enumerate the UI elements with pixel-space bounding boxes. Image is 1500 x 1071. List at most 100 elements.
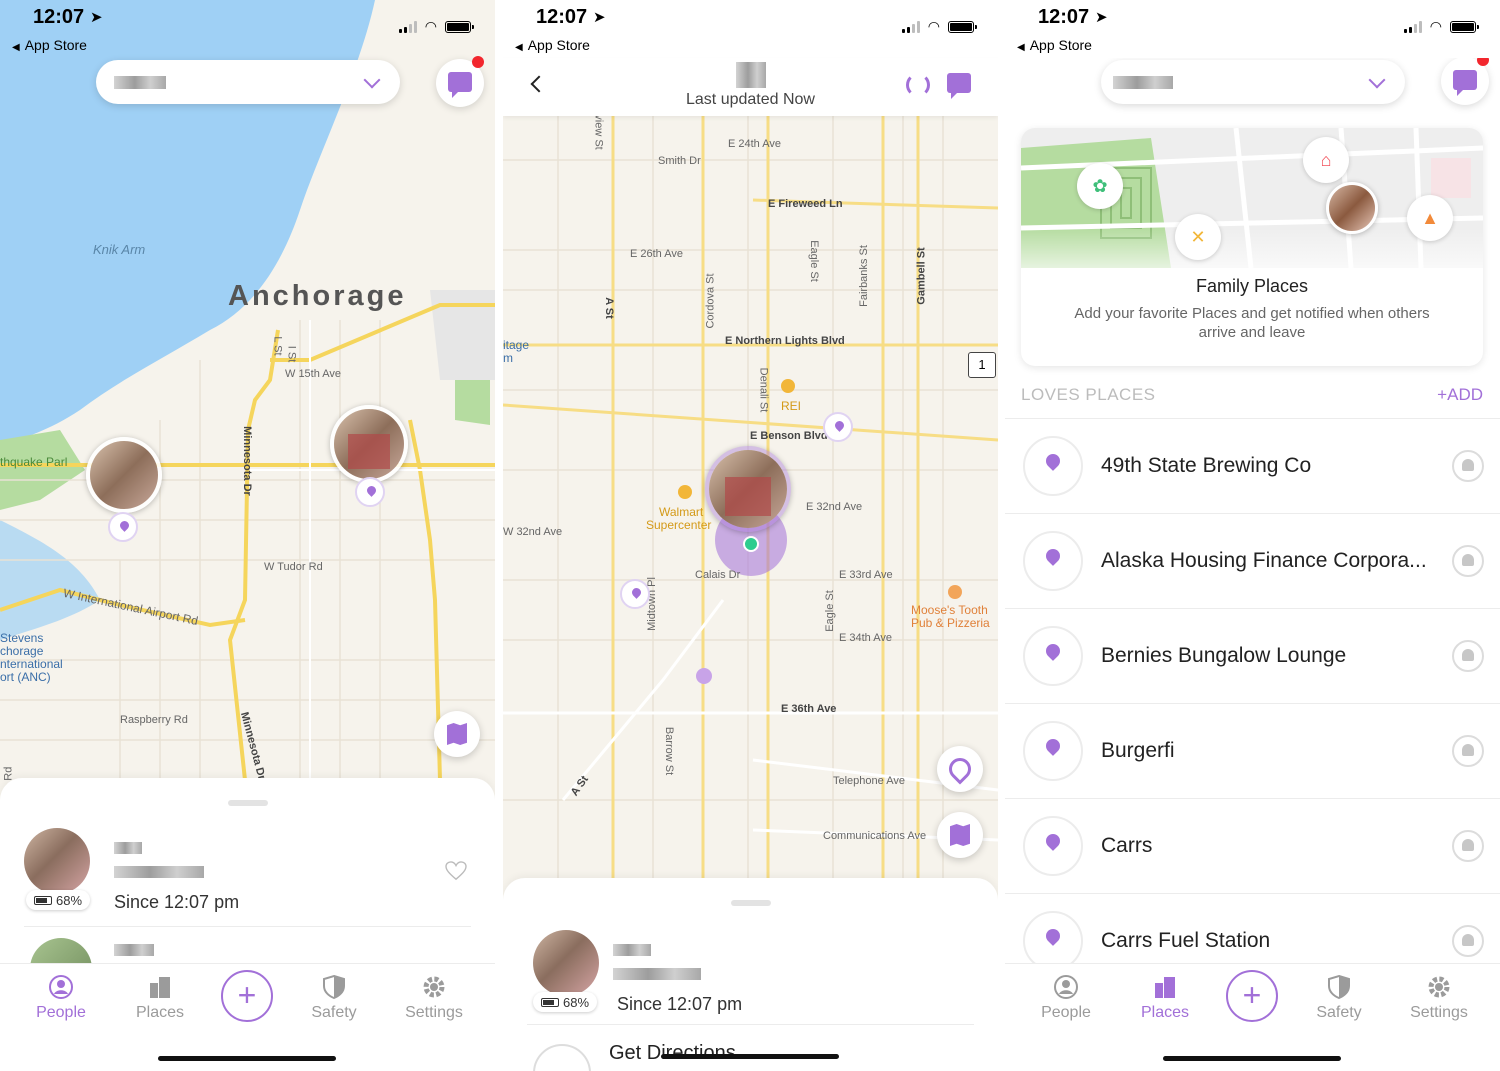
- battery-badge: 68%: [533, 992, 598, 1012]
- refresh-icon[interactable]: [906, 73, 930, 97]
- place-row[interactable]: Carrs: [1005, 798, 1500, 893]
- bell-icon[interactable]: [1452, 735, 1484, 767]
- battery-icon: [34, 895, 52, 905]
- tab-people[interactable]: People: [21, 974, 101, 1022]
- member-sheet[interactable]: 68% Since 12:07 pm Get Directions: [503, 878, 998, 1071]
- map-label-park: thquake Parl: [0, 455, 68, 469]
- map-label-gambell: Gambell St: [915, 247, 928, 305]
- map-label-walmart: Walmart: [659, 505, 704, 519]
- tab-safety[interactable]: Safety: [294, 974, 374, 1022]
- bell-icon[interactable]: [1452, 640, 1484, 672]
- park-place-icon: ✿: [1077, 163, 1123, 209]
- sheet-grabber[interactable]: [731, 900, 771, 906]
- map-label-eagle: Eagle St: [807, 240, 820, 282]
- person-icon: [1053, 974, 1079, 1000]
- chevron-down-icon: [1368, 71, 1386, 89]
- map-label-eagle-2: Eagle St: [823, 590, 836, 632]
- member-row[interactable]: 68% Since 12:07 pm: [503, 930, 998, 1030]
- restaurant-pin-icon[interactable]: [948, 585, 962, 599]
- directions-icon: [533, 1044, 591, 1071]
- member-avatar-marker[interactable]: [705, 446, 791, 532]
- back-to-app-store[interactable]: ◀ App Store: [12, 37, 87, 53]
- map-label-benson: E Benson Blvd: [750, 430, 828, 442]
- tab-places[interactable]: Places: [1125, 974, 1205, 1022]
- chat-bubble-icon: [947, 73, 971, 99]
- map-type-button[interactable]: [434, 711, 480, 757]
- map-pin-icon: [1023, 626, 1083, 686]
- member-detail-screen: E 24th Ave Smith Dr E Fireweed Ln E 26th…: [503, 0, 998, 1071]
- member-sheet[interactable]: 68% Since 12:07 pm: [0, 778, 495, 1000]
- map-label-l-st: L St: [271, 336, 284, 356]
- detail-nav-bar: Last updated Now: [503, 58, 998, 116]
- status-bar: 12:07 ➤ ◀ App Store ◠: [0, 0, 495, 58]
- store-pin-icon[interactable]: [781, 379, 795, 393]
- sheet-grabber[interactable]: [228, 800, 268, 806]
- messages-button[interactable]: [436, 56, 484, 107]
- family-places-card[interactable]: ✿ ⌂ ✕ ▲ Family Places Add your favorite …: [1021, 128, 1483, 366]
- map-label-airport-1: Stevens: [0, 631, 44, 645]
- heart-icon[interactable]: [445, 861, 467, 881]
- bell-icon[interactable]: [1452, 925, 1484, 957]
- map-label-calais: Calais Dr: [695, 569, 741, 581]
- place-name: Burgerfi: [1101, 739, 1175, 762]
- blurred-member-name: [114, 866, 204, 878]
- circle-selector[interactable]: [1101, 60, 1405, 104]
- chat-bubble-icon: [448, 72, 472, 98]
- map-label-heritage: itage: [503, 338, 530, 352]
- map-type-button[interactable]: [937, 812, 983, 858]
- tab-settings[interactable]: Settings: [394, 974, 474, 1022]
- map-label-museum: m: [503, 351, 513, 365]
- map-label-anchorage: Anchorage: [228, 280, 407, 312]
- location-arrow-icon: ➤: [90, 9, 103, 26]
- map-label-mooses-tooth: Moose's Tooth: [911, 603, 988, 617]
- map-label-e26th: E 26th Ave: [630, 248, 684, 260]
- add-place-link[interactable]: +ADD: [1437, 385, 1483, 405]
- directions-route-button[interactable]: [937, 746, 983, 792]
- map-label-airport-4: ort (ANC): [0, 670, 51, 684]
- map-label-tudor-rd: W Tudor Rd: [264, 561, 323, 573]
- map-label-raspberry-rd: Raspberry Rd: [120, 714, 188, 726]
- messages-button[interactable]: [947, 73, 973, 99]
- wifi-icon: ◠: [1429, 18, 1442, 34]
- circle-selector[interactable]: [96, 60, 400, 104]
- messages-button[interactable]: [1441, 54, 1489, 105]
- map-label-e33rd: E 33rd Ave: [839, 569, 893, 581]
- member-avatar-marker[interactable]: [86, 437, 162, 513]
- member-row[interactable]: 68% Since 12:07 pm: [0, 828, 495, 928]
- map-icon: [950, 824, 970, 846]
- place-pin-marker[interactable]: [355, 477, 385, 507]
- add-button[interactable]: +: [1226, 970, 1278, 1022]
- member-avatar-marker[interactable]: [330, 405, 408, 483]
- place-row[interactable]: Burgerfi: [1005, 703, 1500, 798]
- place-pin-marker[interactable]: [620, 579, 650, 609]
- add-button[interactable]: +: [221, 970, 273, 1022]
- place-pin-marker[interactable]: [108, 512, 138, 542]
- battery-icon: [541, 997, 559, 1007]
- wifi-icon: ◠: [927, 18, 940, 34]
- tab-safety[interactable]: Safety: [1299, 974, 1379, 1022]
- status-bar: 12:07 ➤ ◀ App Store ◠: [503, 0, 998, 58]
- map-label-fireweed: E Fireweed Ln: [768, 198, 843, 210]
- tab-places[interactable]: Places: [120, 974, 200, 1022]
- person-icon: [48, 974, 74, 1000]
- map-pin-icon: [1023, 531, 1083, 591]
- back-to-app-store[interactable]: ◀ App Store: [515, 37, 590, 53]
- bell-icon[interactable]: [1452, 545, 1484, 577]
- place-name: Carrs Fuel Station: [1101, 929, 1271, 952]
- place-row[interactable]: Bernies Bungalow Lounge: [1005, 608, 1500, 703]
- bell-icon[interactable]: [1452, 450, 1484, 482]
- tab-settings[interactable]: Settings: [1399, 974, 1479, 1022]
- back-to-app-store[interactable]: ◀ App Store: [1017, 37, 1092, 53]
- blurred-circle-name: [114, 76, 166, 89]
- place-row[interactable]: Alaska Housing Finance Corpora...: [1005, 513, 1500, 608]
- back-chevron-icon[interactable]: [530, 75, 548, 93]
- place-row[interactable]: 49th State Brewing Co: [1005, 418, 1500, 513]
- store-pin-icon[interactable]: [678, 485, 692, 499]
- screenshot-collage: Knik Arm Anchorage thquake Parl W 15th A…: [0, 0, 1500, 1071]
- bell-icon[interactable]: [1452, 830, 1484, 862]
- bus-stop-icon[interactable]: [696, 668, 712, 684]
- tab-bar: People Places + Safety Settings: [1005, 963, 1500, 1071]
- place-pin-marker[interactable]: [823, 412, 853, 442]
- tab-people[interactable]: People: [1026, 974, 1106, 1022]
- location-arrow-icon: ➤: [593, 9, 606, 26]
